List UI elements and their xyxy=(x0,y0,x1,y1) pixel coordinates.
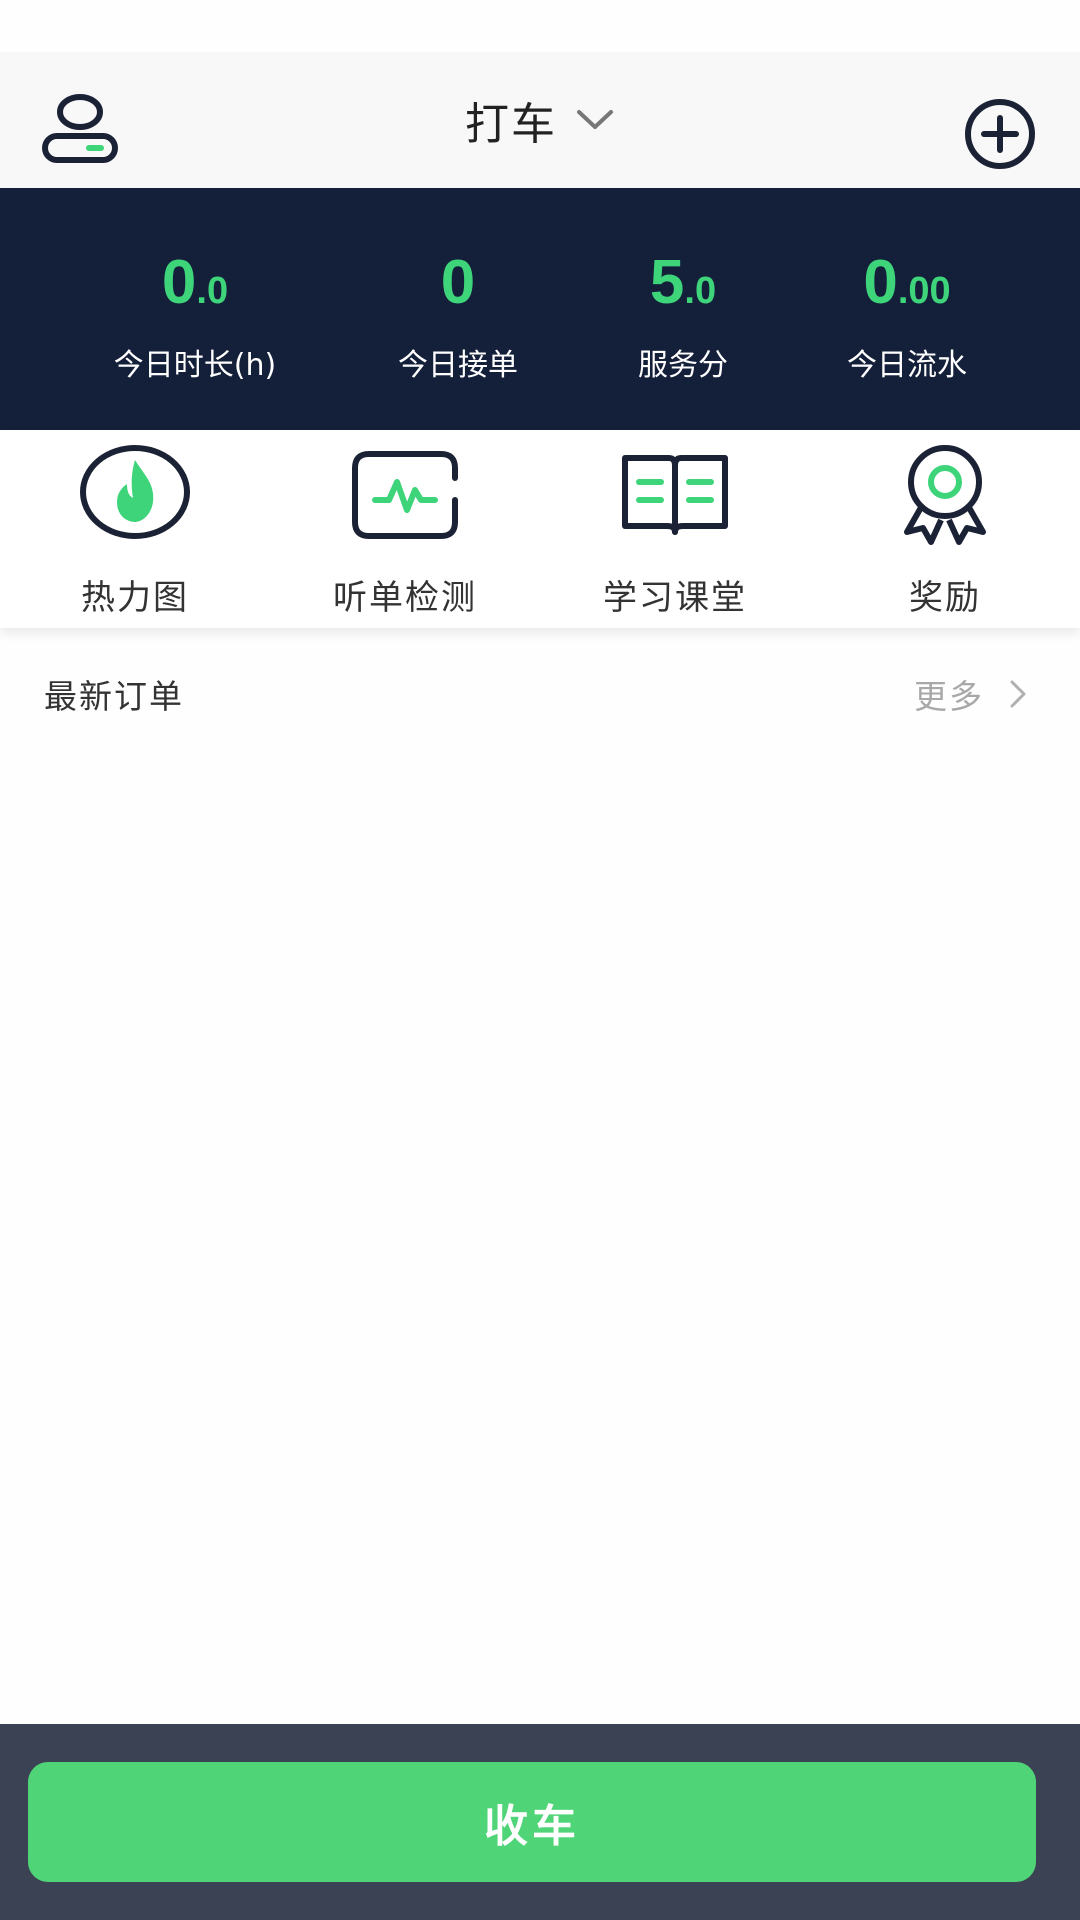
tool-rewards[interactable]: 奖励 xyxy=(810,440,1080,620)
pulse-monitor-icon xyxy=(352,451,458,539)
add-button[interactable] xyxy=(962,96,1038,172)
chevron-right-icon xyxy=(1010,680,1026,708)
bottom-action-bar: 收车 xyxy=(0,1724,1080,1920)
chevron-down-icon xyxy=(577,110,613,129)
latest-orders-header: 最新订单 更多 xyxy=(0,628,1080,758)
page-title: 打车 xyxy=(465,99,557,150)
tool-label: 热力图 xyxy=(81,578,189,618)
today-stats-panel: 0.0 今日时长(h) 0 今日接单 5.0 服务分 0.00 今日流水 xyxy=(0,188,1080,430)
section-title: 最新订单 xyxy=(44,677,184,716)
stat-value: 0.00 xyxy=(863,248,951,317)
tool-label: 学习课堂 xyxy=(603,578,747,618)
user-profile-icon xyxy=(42,94,118,163)
tools-row: 热力图 听单检测 学习课堂 奖励 xyxy=(0,430,1080,628)
top-nav-bar: 打车 xyxy=(0,52,1080,188)
tool-learning-class[interactable]: 学习课堂 xyxy=(540,440,810,620)
open-book-icon xyxy=(622,455,728,535)
status-bar xyxy=(0,0,1080,52)
profile-button[interactable] xyxy=(40,92,120,164)
tool-label: 听单检测 xyxy=(333,578,477,618)
stat-label: 今日时长(h) xyxy=(113,348,277,383)
stat-label: 今日流水 xyxy=(847,348,967,383)
nav-title-area: 打车 xyxy=(0,52,1080,188)
flame-icon xyxy=(80,445,190,539)
tool-heatmap[interactable]: 热力图 xyxy=(0,440,270,620)
stat-today-earnings: 0.00 今日流水 xyxy=(772,250,1042,384)
more-label: 更多 xyxy=(914,677,984,716)
tool-order-listening-check[interactable]: 听单检测 xyxy=(270,440,540,620)
service-type-dropdown[interactable]: 打车 xyxy=(465,88,615,152)
orders-list xyxy=(0,758,1080,1724)
tool-label: 奖励 xyxy=(909,578,981,618)
stat-value: 0.0 xyxy=(161,248,229,317)
award-medal-icon xyxy=(904,445,986,545)
more-orders-link[interactable]: 更多 xyxy=(914,670,1028,718)
stat-today-hours: 0.0 今日时长(h) xyxy=(60,250,330,384)
add-circle-icon xyxy=(965,99,1035,169)
end-shift-button[interactable]: 收车 xyxy=(28,1762,1036,1882)
